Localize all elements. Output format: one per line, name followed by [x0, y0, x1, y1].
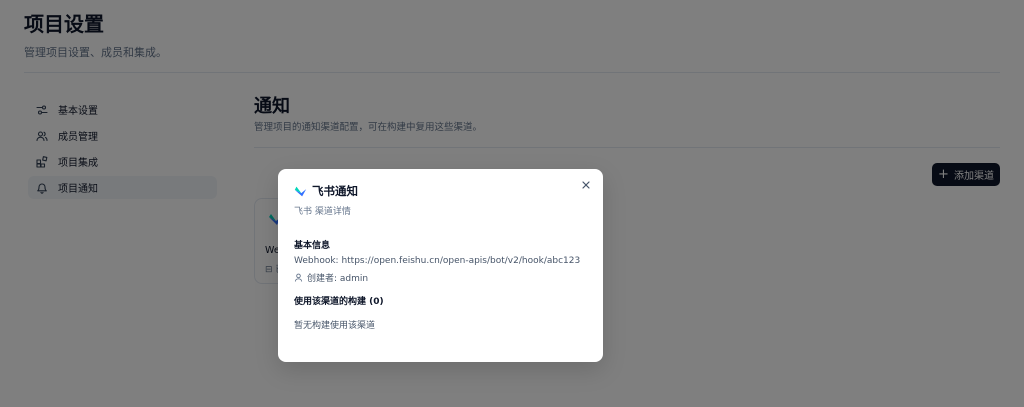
webhook-url: Webhook: https://open.feishu.cn/open-api… — [294, 256, 581, 266]
user-icon — [294, 273, 303, 282]
channel-detail-dialog: 飞书通知 飞书 渠道详情 基本信息 Webhook: https://open.… — [278, 169, 603, 362]
creator-info: 创建者: admin — [294, 271, 368, 284]
empty-builds-message: 暂无构建使用该渠道 — [294, 321, 376, 331]
dialog-title: 飞书通知 — [312, 184, 358, 198]
feishu-logo-icon — [294, 186, 307, 197]
builds-heading: 使用该渠道的构建 (0) — [294, 297, 384, 307]
creator-text: 创建者: admin — [307, 274, 369, 284]
basic-info-heading: 基本信息 — [294, 241, 331, 251]
project-settings-page: 项目设置 管理项目设置、成员和集成。 基本设置 成员管理 — [0, 0, 1024, 407]
close-icon[interactable] — [580, 179, 592, 191]
dialog-subtitle: 飞书 渠道详情 — [294, 207, 351, 217]
